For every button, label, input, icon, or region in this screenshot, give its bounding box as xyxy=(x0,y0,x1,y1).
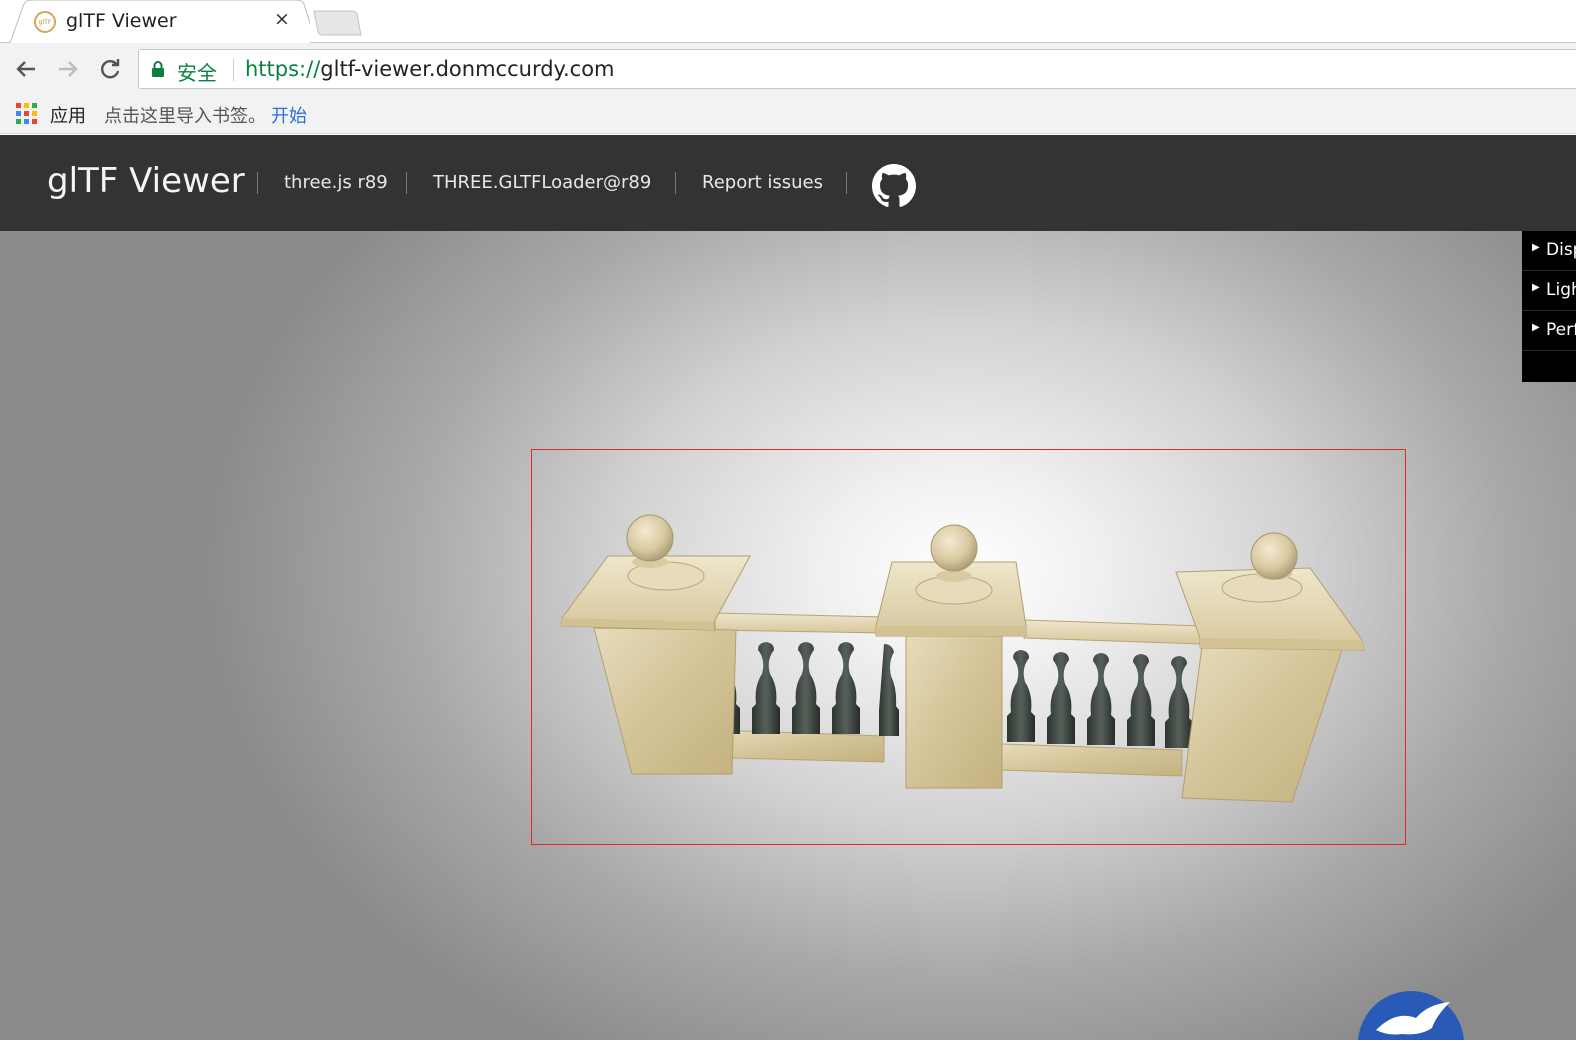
app-title[interactable]: glTF Viewer xyxy=(47,161,245,201)
apps-grid-icon[interactable] xyxy=(16,103,38,125)
gui-panel: ▶ Display ▶ Lighting ▶ Performance xyxy=(1522,231,1576,382)
bookmark-import-hint: 点击这里导入书签。 xyxy=(104,106,266,127)
gui-folder-label: Performance xyxy=(1546,320,1576,340)
address-divider xyxy=(233,59,234,81)
caret-right-icon: ▶ xyxy=(1532,282,1540,293)
lock-icon xyxy=(152,61,164,77)
gui-folder-label: Lighting xyxy=(1546,280,1576,300)
site-favicon-icon: glTF xyxy=(34,11,56,33)
url-host: gltf-viewer.donmccurdy.com xyxy=(320,57,615,81)
browser-tabstrip: glTF glTF Viewer × xyxy=(0,0,1576,44)
browser-toolbar: 安全 https://gltf-viewer.donmccurdy.com xyxy=(0,43,1576,94)
caret-right-icon: ▶ xyxy=(1532,242,1540,253)
reload-icon xyxy=(101,59,120,79)
secure-label: 安全 xyxy=(177,61,217,85)
header-divider xyxy=(257,172,258,194)
model-selection-box xyxy=(531,449,1406,845)
forward-button[interactable] xyxy=(54,55,82,83)
gui-folder-display[interactable]: ▶ Display xyxy=(1522,231,1576,271)
viewer-canvas[interactable]: ▶ Display ▶ Lighting ▶ Performance xyxy=(0,231,1576,1040)
tab-title: glTF Viewer xyxy=(66,10,177,32)
back-button[interactable] xyxy=(12,55,40,83)
bird-logo-icon xyxy=(1358,991,1464,1040)
gltfloader-version-link[interactable]: THREE.GLTFLoader@r89 xyxy=(433,172,651,193)
github-icon[interactable] xyxy=(872,164,916,208)
bookmark-apps[interactable]: 应用 xyxy=(50,102,86,128)
bookmarks-bar: 应用 点击这里导入书签。 开始 xyxy=(0,94,1576,134)
forward-arrow-icon xyxy=(59,61,78,77)
gui-folder-performance[interactable]: ▶ Performance xyxy=(1522,311,1576,351)
header-divider xyxy=(846,172,847,194)
bookmark-start-link[interactable]: 开始 xyxy=(271,102,307,128)
address-bar[interactable]: 安全 https://gltf-viewer.donmccurdy.com xyxy=(138,49,1576,89)
report-issues-link[interactable]: Report issues xyxy=(702,172,823,193)
tab-close-icon[interactable]: × xyxy=(274,8,290,30)
balustrade-model xyxy=(561,514,1365,803)
threejs-version-link[interactable]: three.js r89 xyxy=(284,172,388,193)
caret-right-icon: ▶ xyxy=(1532,322,1540,333)
url-scheme: https:// xyxy=(245,57,321,81)
app-header: glTF Viewer three.js r89 THREE.GLTFLoade… xyxy=(0,135,1576,231)
new-tab-button[interactable] xyxy=(312,10,362,36)
browser-tab[interactable]: glTF glTF Viewer × xyxy=(10,0,310,44)
header-divider xyxy=(675,172,676,194)
gui-folder-label: Display xyxy=(1546,240,1576,260)
reload-button[interactable] xyxy=(96,55,124,83)
url-text[interactable]: https://gltf-viewer.donmccurdy.com xyxy=(245,57,615,81)
header-divider xyxy=(406,172,407,194)
back-arrow-icon xyxy=(16,61,35,77)
gui-folder-lighting[interactable]: ▶ Lighting xyxy=(1522,271,1576,311)
